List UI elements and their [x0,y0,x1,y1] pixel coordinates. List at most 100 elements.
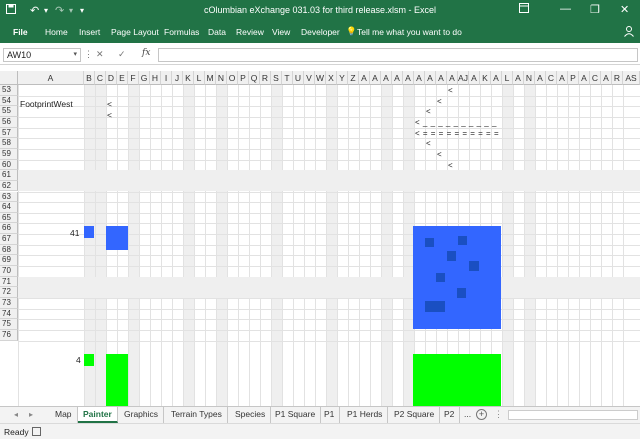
green-block-d73[interactable] [106,354,128,406]
sheet-tab-p2[interactable]: P2 [439,407,461,423]
column-header[interactable]: P [568,71,579,85]
column-header[interactable]: R [612,71,623,85]
blue-painting[interactable] [413,226,501,329]
pattern-mark[interactable]: < [448,161,453,170]
column-header[interactable]: H [150,71,161,85]
column-header[interactable]: A [579,71,590,85]
split-handle-icon[interactable]: ⋮ [494,409,503,420]
green-painting[interactable] [413,354,501,406]
column-header[interactable]: M [205,71,216,85]
column-header[interactable]: A [414,71,425,85]
sheet-tab-p1-square[interactable]: P1 Square [270,407,322,423]
column-header[interactable]: A [447,71,458,85]
pattern-mark[interactable]: < = = = = = = = = = = [415,129,499,138]
column-header[interactable]: E [117,71,128,85]
row-header[interactable]: 64 [0,202,18,213]
column-header[interactable]: P [238,71,249,85]
pattern-mark[interactable]: < _ _ _ _ _ _ _ _ _ _ [415,118,497,127]
row-header[interactable]: 67 [0,234,18,245]
tab-review[interactable]: Review [236,27,264,37]
row-header[interactable]: 61 [0,170,18,181]
next-sheet-icon[interactable]: ▸ [29,410,33,419]
row-header[interactable]: 68 [0,244,18,256]
column-header[interactable]: A [469,71,480,85]
row-header[interactable]: 74 [0,308,18,320]
insert-function-icon[interactable]: fx [142,48,150,58]
cell-d53[interactable]: < [107,99,112,109]
add-sheet-icon[interactable]: + [476,409,487,420]
blue-block-d63[interactable] [106,226,128,250]
tab-insert[interactable]: Insert [79,27,100,37]
sheet-tab-p1[interactable]: P1 [319,407,341,423]
cell-d54[interactable]: < [107,110,112,120]
column-header[interactable]: N [524,71,535,85]
sheet-tab-painter[interactable]: Painter [78,407,118,423]
column-header[interactable]: A [436,71,447,85]
column-header[interactable]: F [128,71,139,85]
sheet-tab-terrain-types[interactable]: Terrain Types [166,407,228,423]
close-icon[interactable]: ✕ [620,3,629,16]
column-header[interactable]: A [18,71,84,85]
sheet-tab-graphics[interactable]: Graphics [119,407,165,423]
column-header[interactable]: I [161,71,172,85]
column-header[interactable]: Z [348,71,359,85]
row-header[interactable]: 73 [0,298,18,309]
tab-view[interactable]: View [272,27,290,37]
column-header[interactable]: O [227,71,238,85]
horizontal-scrollbar[interactable] [508,410,638,420]
tell-me-box[interactable]: Tell me what you want to do [357,27,462,37]
pattern-mark[interactable]: < [437,97,442,106]
sheet-tab-map[interactable]: Map [50,407,78,423]
row-header[interactable]: 62 [0,180,18,192]
column-header[interactable]: L [502,71,513,85]
row-header[interactable]: 76 [0,329,18,341]
previous-sheet-icon[interactable]: ◂ [14,410,18,419]
row-header[interactable]: 65 [0,212,18,224]
column-header[interactable]: G [139,71,150,85]
column-header[interactable]: T [282,71,293,85]
column-header[interactable]: X [326,71,337,85]
cancel-icon[interactable]: ✕ [96,49,104,60]
macro-record-icon[interactable] [32,427,41,436]
column-header[interactable]: Y [337,71,348,85]
row-header[interactable]: 72 [0,287,18,298]
green-swatch-b73[interactable] [84,354,94,366]
column-header[interactable]: U [293,71,304,85]
row-header[interactable]: 70 [0,266,18,277]
row-header[interactable]: 57 [0,127,18,139]
column-header[interactable]: K [183,71,194,85]
user-icon[interactable] [624,26,634,37]
row-header[interactable]: 59 [0,148,18,160]
row-header[interactable]: 69 [0,255,18,267]
row-header[interactable]: 54 [0,95,18,107]
name-box[interactable]: AW10 ▾ [3,48,81,62]
tab-page-layout[interactable]: Page Layout [111,27,159,37]
column-header[interactable]: Q [249,71,260,85]
cell-a63[interactable]: 41 [70,228,79,238]
blue-swatch-b63[interactable] [84,226,94,238]
column-header[interactable]: AS [623,71,640,85]
column-header[interactable]: C [546,71,557,85]
row-header[interactable]: 58 [0,138,18,149]
column-header[interactable]: A [601,71,612,85]
column-header[interactable]: W [315,71,326,85]
column-header[interactable]: K [480,71,491,85]
cell-a73[interactable]: 4 [76,355,81,365]
column-header[interactable]: A [370,71,381,85]
select-all-corner[interactable] [0,71,18,85]
ribbon-display-icon[interactable] [519,3,529,16]
chevron-down-icon[interactable]: ▾ [73,50,77,58]
column-header[interactable]: R [260,71,271,85]
column-header[interactable]: A [535,71,546,85]
row-header[interactable]: 56 [0,116,18,128]
row-header[interactable]: 63 [0,191,18,203]
column-header[interactable]: A [513,71,524,85]
column-header[interactable]: AJ [458,71,469,85]
column-header[interactable]: D [106,71,117,85]
pattern-mark[interactable]: < [448,86,453,95]
tab-developer[interactable]: Developer [301,27,340,37]
column-header[interactable]: A [425,71,436,85]
column-header[interactable]: S [271,71,282,85]
column-header[interactable]: C [590,71,601,85]
row-header[interactable]: 60 [0,159,18,171]
